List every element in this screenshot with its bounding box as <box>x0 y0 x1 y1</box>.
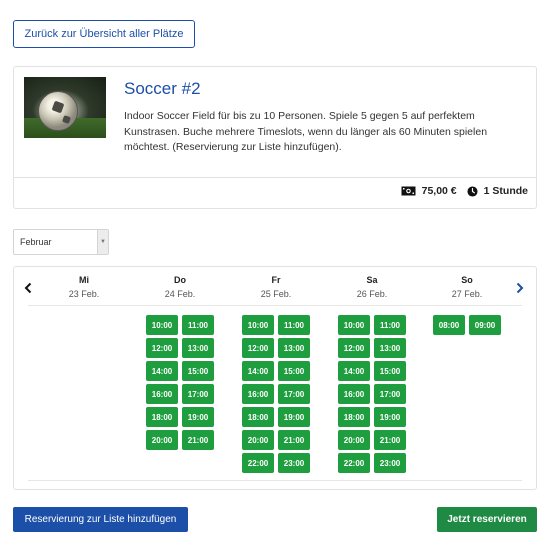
time-slot-button[interactable]: 10:00 <box>242 315 274 335</box>
time-slot-button[interactable]: 18:00 <box>146 407 178 427</box>
time-slot-button[interactable]: 19:00 <box>278 407 310 427</box>
time-slot-button[interactable]: 21:00 <box>278 430 310 450</box>
field-image <box>24 77 106 138</box>
field-title: Soccer #2 <box>124 79 201 98</box>
duration-value: 1 Stunde <box>483 185 528 197</box>
day-date: 25 Feb. <box>260 289 292 299</box>
add-to-list-button[interactable]: Reservierung zur Liste hinzufügen <box>13 507 188 532</box>
day-header: So 27 Feb. <box>427 275 507 299</box>
time-slot-button[interactable]: 08:00 <box>433 315 465 335</box>
time-slot-button[interactable]: 09:00 <box>469 315 501 335</box>
day-date: 27 Feb. <box>451 289 483 299</box>
time-slot-button[interactable]: 13:00 <box>374 338 406 358</box>
chevron-right-icon[interactable] <box>516 281 524 297</box>
time-slot-button[interactable]: 15:00 <box>374 361 406 381</box>
reserve-now-button[interactable]: Jetzt reservieren <box>437 507 537 532</box>
day-date: 23 Feb. <box>68 289 100 299</box>
day-name: Do <box>174 275 186 285</box>
time-slot-button[interactable]: 15:00 <box>278 361 310 381</box>
card-footer: 75,00 € 1 Stunde <box>401 185 528 197</box>
time-slot-button[interactable]: 23:00 <box>278 453 310 473</box>
time-slot-button[interactable]: 14:00 <box>146 361 178 381</box>
day-header: Fr 25 Feb. <box>236 275 316 299</box>
field-description: Indoor Soccer Field für bis zu 10 Person… <box>124 110 488 153</box>
time-slot-button[interactable]: 20:00 <box>242 430 274 450</box>
day-name: Mi <box>79 275 89 285</box>
field-card: Soccer #2 Indoor Soccer Field für bis zu… <box>13 66 537 209</box>
day-name: Sa <box>366 275 378 285</box>
time-slot-button[interactable]: 18:00 <box>242 407 274 427</box>
time-slot-button[interactable]: 12:00 <box>338 338 370 358</box>
time-slot-button[interactable]: 14:00 <box>338 361 370 381</box>
time-slot-button[interactable]: 19:00 <box>374 407 406 427</box>
time-slot-button[interactable]: 12:00 <box>242 338 274 358</box>
time-slot-button[interactable]: 20:00 <box>338 430 370 450</box>
time-slot-button[interactable]: 11:00 <box>374 315 406 335</box>
time-slot-button[interactable]: 18:00 <box>338 407 370 427</box>
price-value: 75,00 € <box>421 185 457 197</box>
time-slot-button[interactable]: 16:00 <box>146 384 178 404</box>
time-slot-button[interactable]: 16:00 <box>338 384 370 404</box>
time-slot-button[interactable]: 21:00 <box>374 430 406 450</box>
time-slot-button[interactable]: 19:00 <box>182 407 214 427</box>
time-slot-button[interactable]: 22:00 <box>338 453 370 473</box>
time-slot-button[interactable]: 13:00 <box>278 338 310 358</box>
day-name: Fr <box>271 275 281 285</box>
chevron-left-icon[interactable] <box>24 281 32 297</box>
time-slot-button[interactable]: 15:00 <box>182 361 214 381</box>
calendar: Mi 23 Feb. Do 24 Feb. 10:00 11:00 12:00 13:00 14… <box>13 266 537 490</box>
time-slot-button[interactable]: 10:00 <box>338 315 370 335</box>
time-slot-button[interactable]: 17:00 <box>182 384 214 404</box>
back-to-overview-button[interactable]: Zurück zur Übersicht aller Plätze <box>13 20 195 48</box>
day-date: 24 Feb. <box>164 289 196 299</box>
time-slot-button[interactable]: 16:00 <box>242 384 274 404</box>
calendar-divider <box>28 480 522 481</box>
money-icon <box>401 186 416 196</box>
day-date: 26 Feb. <box>356 289 388 299</box>
time-slot-button[interactable]: 13:00 <box>182 338 214 358</box>
chevron-down-icon: ▼ <box>97 230 108 254</box>
calendar-divider <box>28 305 522 306</box>
time-slot-button[interactable]: 11:00 <box>278 315 310 335</box>
time-slot-button[interactable]: 17:00 <box>278 384 310 404</box>
time-slot-button[interactable]: 12:00 <box>146 338 178 358</box>
time-slot-button[interactable]: 20:00 <box>146 430 178 450</box>
time-slot-button[interactable]: 11:00 <box>182 315 214 335</box>
time-slot-button[interactable]: 14:00 <box>242 361 274 381</box>
clock-icon <box>467 185 478 197</box>
time-slot-button[interactable]: 22:00 <box>242 453 274 473</box>
month-select-value: Februar <box>20 237 52 247</box>
time-slot-button[interactable]: 17:00 <box>374 384 406 404</box>
time-slot-button[interactable]: 10:00 <box>146 315 178 335</box>
month-select[interactable]: Februar ▼ <box>13 229 109 255</box>
day-header: Do 24 Feb. <box>140 275 220 299</box>
time-slot-button[interactable]: 23:00 <box>374 453 406 473</box>
day-header: Mi 23 Feb. <box>44 275 124 299</box>
card-divider <box>14 177 536 178</box>
day-header: Sa 26 Feb. <box>332 275 412 299</box>
day-name: So <box>461 275 473 285</box>
time-slot-button[interactable]: 21:00 <box>182 430 214 450</box>
